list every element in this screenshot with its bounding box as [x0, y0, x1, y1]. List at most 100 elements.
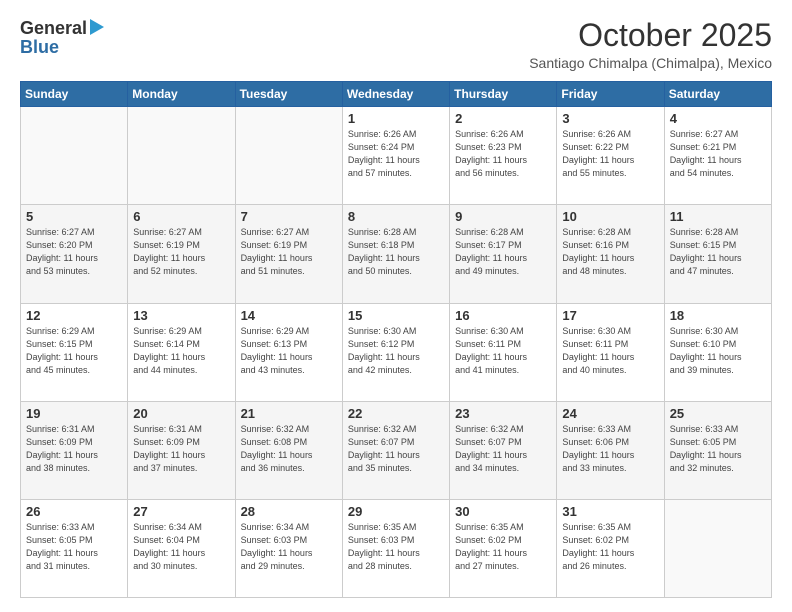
day-info: Sunrise: 6:34 AM Sunset: 6:04 PM Dayligh…	[133, 521, 229, 573]
calendar-day-14: 14 Sunrise: 6:29 AM Sunset: 6:13 PM Dayli…	[235, 303, 342, 401]
month-title: October 2025	[529, 18, 772, 53]
calendar-day-4: 4 Sunrise: 6:27 AM Sunset: 6:21 PM Daylig…	[664, 107, 771, 205]
day-info: Sunrise: 6:26 AM Sunset: 6:23 PM Dayligh…	[455, 128, 551, 180]
calendar-day-31: 31 Sunrise: 6:35 AM Sunset: 6:02 PM Dayli…	[557, 499, 664, 597]
day-info: Sunrise: 6:26 AM Sunset: 6:24 PM Dayligh…	[348, 128, 444, 180]
day-info: Sunrise: 6:31 AM Sunset: 6:09 PM Dayligh…	[133, 423, 229, 475]
weekday-header-thursday: Thursday	[450, 82, 557, 107]
weekday-header-tuesday: Tuesday	[235, 82, 342, 107]
day-number: 7	[241, 209, 337, 224]
weekday-header-wednesday: Wednesday	[342, 82, 449, 107]
logo: General Blue	[20, 18, 104, 58]
day-info: Sunrise: 6:34 AM Sunset: 6:03 PM Dayligh…	[241, 521, 337, 573]
day-info: Sunrise: 6:32 AM Sunset: 6:07 PM Dayligh…	[455, 423, 551, 475]
logo-triangle-icon	[90, 19, 104, 40]
day-number: 10	[562, 209, 658, 224]
day-number: 31	[562, 504, 658, 519]
day-info: Sunrise: 6:35 AM Sunset: 6:02 PM Dayligh…	[562, 521, 658, 573]
calendar-week-row: 19Sunrise: 6:31 AM Sunset: 6:09 PM Dayli…	[21, 401, 772, 499]
day-info: Sunrise: 6:28 AM Sunset: 6:17 PM Dayligh…	[455, 226, 551, 278]
calendar-day-18: 18 Sunrise: 6:30 AM Sunset: 6:10 PM Dayli…	[664, 303, 771, 401]
calendar-day-5: 5 Sunrise: 6:27 AM Sunset: 6:20 PM Daylig…	[21, 205, 128, 303]
page: General Blue October 2025 Santiago Chima…	[0, 0, 792, 612]
calendar-day-3: 3Sunrise: 6:26 AM Sunset: 6:22 PM Daylig…	[557, 107, 664, 205]
day-info: Sunrise: 6:27 AM Sunset: 6:21 PM Dayligh…	[670, 128, 766, 180]
weekday-header-row: SundayMondayTuesdayWednesdayThursdayFrid…	[21, 82, 772, 107]
calendar-day-2: 2 Sunrise: 6:26 AM Sunset: 6:23 PM Daylig…	[450, 107, 557, 205]
day-number: 28	[241, 504, 337, 519]
calendar-day-17: 17 Sunrise: 6:30 AM Sunset: 6:11 PM Dayli…	[557, 303, 664, 401]
weekday-header-monday: Monday	[128, 82, 235, 107]
calendar-day-7: 7Sunrise: 6:27 AM Sunset: 6:19 PM Daylig…	[235, 205, 342, 303]
day-info: Sunrise: 6:28 AM Sunset: 6:16 PM Dayligh…	[562, 226, 658, 278]
day-info: Sunrise: 6:30 AM Sunset: 6:11 PM Dayligh…	[562, 325, 658, 377]
logo-blue: Blue	[20, 37, 59, 58]
day-number: 5	[26, 209, 122, 224]
day-info: Sunrise: 6:30 AM Sunset: 6:10 PM Dayligh…	[670, 325, 766, 377]
day-number: 8	[348, 209, 444, 224]
day-number: 11	[670, 209, 766, 224]
weekday-header-friday: Friday	[557, 82, 664, 107]
calendar-day-empty	[128, 107, 235, 205]
calendar-day-24: 24 Sunrise: 6:33 AM Sunset: 6:06 PM Dayli…	[557, 401, 664, 499]
calendar-day-21: 21Sunrise: 6:32 AM Sunset: 6:08 PM Dayli…	[235, 401, 342, 499]
calendar-day-9: 9 Sunrise: 6:28 AM Sunset: 6:17 PM Daylig…	[450, 205, 557, 303]
day-info: Sunrise: 6:29 AM Sunset: 6:15 PM Dayligh…	[26, 325, 122, 377]
calendar-day-empty	[235, 107, 342, 205]
calendar-day-28: 28 Sunrise: 6:34 AM Sunset: 6:03 PM Dayli…	[235, 499, 342, 597]
day-info: Sunrise: 6:31 AM Sunset: 6:09 PM Dayligh…	[26, 423, 122, 475]
day-info: Sunrise: 6:29 AM Sunset: 6:13 PM Dayligh…	[241, 325, 337, 377]
day-info: Sunrise: 6:35 AM Sunset: 6:03 PM Dayligh…	[348, 521, 444, 573]
day-number: 12	[26, 308, 122, 323]
day-number: 24	[562, 406, 658, 421]
calendar-day-25: 25Sunrise: 6:33 AM Sunset: 6:05 PM Dayli…	[664, 401, 771, 499]
day-number: 4	[670, 111, 766, 126]
title-block: October 2025 Santiago Chimalpa (Chimalpa…	[529, 18, 772, 71]
calendar-week-row: 12 Sunrise: 6:29 AM Sunset: 6:15 PM Dayli…	[21, 303, 772, 401]
header: General Blue October 2025 Santiago Chima…	[20, 18, 772, 71]
day-info: Sunrise: 6:33 AM Sunset: 6:05 PM Dayligh…	[26, 521, 122, 573]
calendar-week-row: 26Sunrise: 6:33 AM Sunset: 6:05 PM Dayli…	[21, 499, 772, 597]
calendar-day-12: 12 Sunrise: 6:29 AM Sunset: 6:15 PM Dayli…	[21, 303, 128, 401]
day-number: 15	[348, 308, 444, 323]
day-info: Sunrise: 6:28 AM Sunset: 6:15 PM Dayligh…	[670, 226, 766, 278]
day-number: 18	[670, 308, 766, 323]
calendar-day-empty	[21, 107, 128, 205]
day-number: 1	[348, 111, 444, 126]
day-number: 21	[241, 406, 337, 421]
logo-general: General	[20, 18, 87, 39]
calendar-day-1: 1 Sunrise: 6:26 AM Sunset: 6:24 PM Daylig…	[342, 107, 449, 205]
calendar-day-15: 15Sunrise: 6:30 AM Sunset: 6:12 PM Dayli…	[342, 303, 449, 401]
day-number: 27	[133, 504, 229, 519]
day-info: Sunrise: 6:27 AM Sunset: 6:19 PM Dayligh…	[133, 226, 229, 278]
day-number: 17	[562, 308, 658, 323]
day-info: Sunrise: 6:27 AM Sunset: 6:20 PM Dayligh…	[26, 226, 122, 278]
calendar-day-6: 6 Sunrise: 6:27 AM Sunset: 6:19 PM Daylig…	[128, 205, 235, 303]
calendar-day-16: 16 Sunrise: 6:30 AM Sunset: 6:11 PM Dayli…	[450, 303, 557, 401]
day-info: Sunrise: 6:33 AM Sunset: 6:06 PM Dayligh…	[562, 423, 658, 475]
calendar-day-8: 8 Sunrise: 6:28 AM Sunset: 6:18 PM Daylig…	[342, 205, 449, 303]
day-info: Sunrise: 6:30 AM Sunset: 6:11 PM Dayligh…	[455, 325, 551, 377]
weekday-header-sunday: Sunday	[21, 82, 128, 107]
day-number: 16	[455, 308, 551, 323]
day-number: 2	[455, 111, 551, 126]
calendar-day-27: 27 Sunrise: 6:34 AM Sunset: 6:04 PM Dayli…	[128, 499, 235, 597]
calendar-week-row: 5 Sunrise: 6:27 AM Sunset: 6:20 PM Daylig…	[21, 205, 772, 303]
day-number: 14	[241, 308, 337, 323]
day-number: 30	[455, 504, 551, 519]
day-info: Sunrise: 6:35 AM Sunset: 6:02 PM Dayligh…	[455, 521, 551, 573]
day-info: Sunrise: 6:29 AM Sunset: 6:14 PM Dayligh…	[133, 325, 229, 377]
calendar-day-13: 13 Sunrise: 6:29 AM Sunset: 6:14 PM Dayli…	[128, 303, 235, 401]
day-info: Sunrise: 6:33 AM Sunset: 6:05 PM Dayligh…	[670, 423, 766, 475]
calendar-day-22: 22Sunrise: 6:32 AM Sunset: 6:07 PM Dayli…	[342, 401, 449, 499]
calendar-day-23: 23Sunrise: 6:32 AM Sunset: 6:07 PM Dayli…	[450, 401, 557, 499]
calendar-day-29: 29Sunrise: 6:35 AM Sunset: 6:03 PM Dayli…	[342, 499, 449, 597]
day-number: 3	[562, 111, 658, 126]
calendar-day-11: 11 Sunrise: 6:28 AM Sunset: 6:15 PM Dayli…	[664, 205, 771, 303]
calendar-table: SundayMondayTuesdayWednesdayThursdayFrid…	[20, 81, 772, 598]
day-number: 9	[455, 209, 551, 224]
day-number: 13	[133, 308, 229, 323]
day-number: 22	[348, 406, 444, 421]
day-info: Sunrise: 6:28 AM Sunset: 6:18 PM Dayligh…	[348, 226, 444, 278]
day-number: 6	[133, 209, 229, 224]
